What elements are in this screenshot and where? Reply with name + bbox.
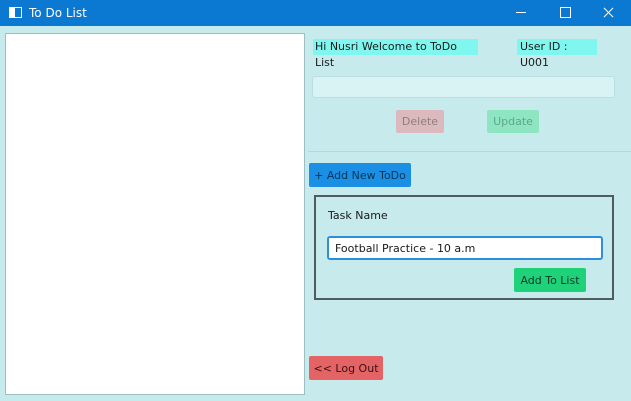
- delete-button[interactable]: Delete: [396, 110, 444, 133]
- minimize-icon[interactable]: [499, 0, 543, 26]
- user-id-label: User ID : U001: [517, 39, 597, 69]
- update-button[interactable]: Update: [487, 110, 539, 133]
- selected-task-input[interactable]: [312, 76, 615, 98]
- new-task-panel: Task Name Add To List: [314, 195, 614, 300]
- todo-window: To Do List Hi Nusri Welcome to ToDo List…: [0, 0, 631, 401]
- todo-list-panel[interactable]: [5, 33, 305, 395]
- section-divider: [308, 151, 631, 152]
- app-window-icon: [9, 7, 22, 18]
- add-new-todo-button[interactable]: + Add New ToDo: [309, 163, 411, 187]
- add-to-list-button[interactable]: Add To List: [514, 268, 586, 292]
- window-title: To Do List: [29, 6, 87, 20]
- task-name-label: Task Name: [328, 209, 388, 222]
- close-icon[interactable]: [587, 0, 631, 26]
- task-name-input[interactable]: [327, 236, 603, 260]
- title-bar[interactable]: To Do List: [0, 0, 631, 26]
- log-out-button[interactable]: << Log Out: [309, 356, 383, 380]
- welcome-label: Hi Nusri Welcome to ToDo List: [313, 39, 478, 69]
- maximize-icon[interactable]: [543, 0, 587, 26]
